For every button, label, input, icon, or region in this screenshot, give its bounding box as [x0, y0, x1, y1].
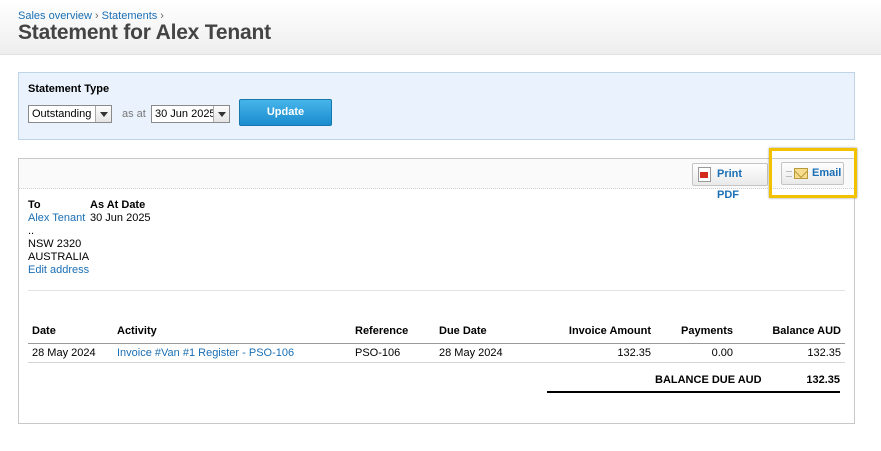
update-button[interactable]: Update [239, 99, 332, 126]
page-title: Statement for Alex Tenant [18, 21, 271, 44]
recipient-name-link[interactable]: Alex Tenant [28, 212, 85, 225]
column-header-invoice-amount: Invoice Amount [531, 324, 655, 344]
section-divider [28, 290, 845, 291]
cell-payments: 0.00 [655, 343, 737, 363]
column-header-due-date: Due Date [435, 324, 531, 344]
address-line-2: NSW 2320 [28, 238, 82, 250]
statement-type-value: Outstanding [32, 108, 92, 120]
cell-reference: PSO-106 [351, 343, 435, 363]
print-pdf-label: Print PDF [717, 168, 743, 201]
edit-address-link[interactable]: Edit address [28, 264, 89, 277]
page-header: Sales overview › Statements › Statement for… [0, 0, 881, 55]
address-line-1: .. [28, 225, 35, 237]
statement-type-select[interactable]: Outstanding [28, 105, 112, 123]
balance-due-label: BALANCE DUE AUD [655, 374, 762, 386]
to-label: To [28, 199, 41, 211]
chevron-down-icon[interactable] [213, 106, 229, 122]
date-select[interactable]: 30 Jun 2025 [151, 105, 230, 123]
cell-invoice-amount: 132.35 [531, 343, 655, 363]
statement-toolbar: Print PDF Email [19, 159, 854, 201]
column-header-reference: Reference [351, 324, 435, 344]
filter-panel: Statement Type Outstanding as at 30 Jun … [18, 72, 855, 140]
table-header-row: Date Activity Reference Due Date Invoice… [28, 324, 845, 344]
email-highlight-box [769, 148, 857, 198]
as-at-date-label: As At Date [90, 199, 146, 211]
chevron-down-icon[interactable] [95, 106, 111, 122]
cell-date: 28 May 2024 [28, 343, 113, 363]
print-pdf-button[interactable]: Print PDF [692, 163, 768, 201]
invoice-link[interactable]: Invoice #Van #1 Register - PSO-106 [113, 343, 351, 363]
column-header-payments: Payments [655, 324, 737, 344]
balance-due-value: 132.35 [806, 374, 840, 386]
statement-table: Date Activity Reference Due Date Invoice… [28, 324, 845, 363]
as-at-label: as at [122, 108, 146, 120]
column-header-date: Date [28, 324, 113, 344]
pdf-icon [698, 167, 711, 182]
cell-due-date: 28 May 2024 [435, 343, 531, 363]
as-at-date-value: 30 Jun 2025 [90, 212, 151, 224]
statement-panel: Print PDF Email To Alex Tenant .. NSW 23… [18, 158, 855, 424]
balance-underline [547, 391, 840, 393]
cell-balance: 132.35 [737, 343, 845, 363]
statement-type-label: Statement Type [28, 83, 110, 95]
table-row: 28 May 2024 Invoice #Van #1 Register - P… [28, 343, 845, 363]
column-header-balance: Balance AUD [737, 324, 845, 344]
address-line-3: AUSTRALIA [28, 251, 90, 263]
column-header-activity: Activity [113, 324, 351, 344]
date-value: 30 Jun 2025 [155, 108, 216, 120]
